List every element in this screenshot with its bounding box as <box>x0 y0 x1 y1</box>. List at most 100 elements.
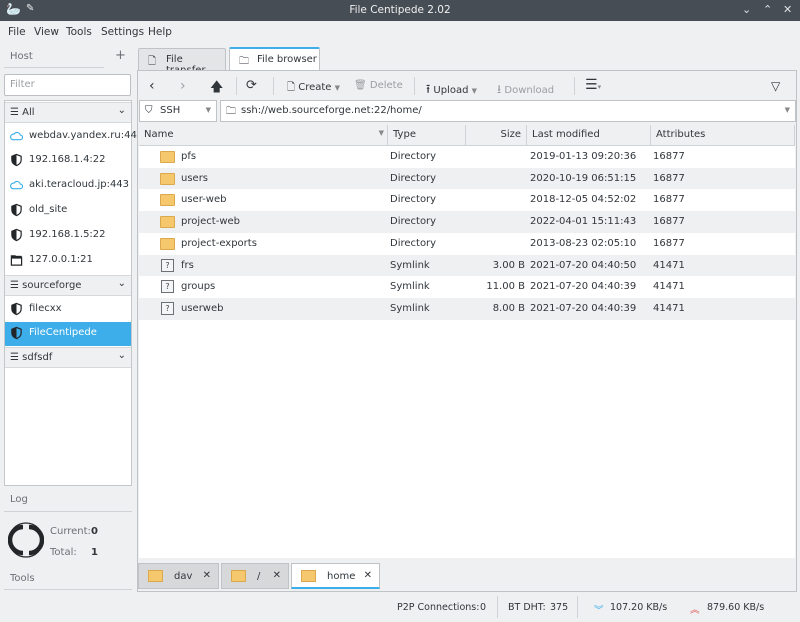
table-row[interactable]: project-exports Directory 2013-08-23 02:05… <box>139 233 795 255</box>
folder-icon <box>160 237 175 250</box>
up-button[interactable]: 🡅 <box>210 74 223 95</box>
add-host-button[interactable]: + <box>115 48 126 63</box>
host-list: ☰ All ⌄ webdav.yandex.ru:443 192.168.1.4:… <box>4 100 143 486</box>
protocol-select[interactable]: ⛉ SSH ▼ <box>139 100 217 122</box>
table-row[interactable]: pfs Directory 2019-01-13 09:20:36 16877 <box>139 146 795 168</box>
file-attributes: 16877 <box>653 237 685 249</box>
divider <box>4 589 132 590</box>
create-button[interactable]: 🗋 Create ▼ <box>287 76 340 96</box>
host-label: 127.0.0.1:21 <box>29 254 93 265</box>
host-label: 192.168.1.4:22 <box>29 154 106 165</box>
column-header-name[interactable]: Name ▼ <box>139 125 388 146</box>
download-speed-icon: ︾ <box>594 605 604 616</box>
close-tab-icon[interactable]: ✕ <box>203 570 211 581</box>
filter-input[interactable]: Filter <box>4 74 131 96</box>
back-button[interactable]: ‹ <box>149 74 155 94</box>
title-bar: 🦢 ✎ File Centipede 2.02 ⌄ ⌃ ✕ <box>0 0 800 21</box>
chevron-down-icon: ⌄ <box>117 350 126 361</box>
chevron-down-icon: ⌄ <box>117 105 126 116</box>
close-tab-icon[interactable]: ✕ <box>364 570 372 581</box>
host-item[interactable]: 127.0.0.1:21 <box>5 249 131 273</box>
minimize-button[interactable]: ⌄ <box>742 3 751 16</box>
table-row[interactable]: users Directory 2020-10-19 06:51:15 16877 <box>139 167 795 190</box>
forward-button[interactable]: › <box>180 74 186 94</box>
host-label: webdav.yandex.ru:443 <box>29 130 144 141</box>
table-row[interactable]: user-web Directory 2018-12-05 04:52:02 1687… <box>139 189 795 211</box>
file-modified: 2018-12-05 04:52:02 <box>530 194 637 206</box>
column-header-attributes[interactable]: Attributes <box>651 125 795 146</box>
dht-value: 375 <box>550 602 569 613</box>
file-attributes: 41471 <box>653 259 685 271</box>
host-label: FileCentipede <box>29 327 97 338</box>
menu-file[interactable]: File <box>8 26 26 38</box>
dropdown-arrow-icon: ▼ <box>471 87 478 95</box>
maximize-button[interactable]: ⌃ <box>763 3 772 16</box>
group-header-sourceforge[interactable]: ☰ sourceforge ⌄ <box>5 275 131 296</box>
column-header-size[interactable]: Size <box>466 125 527 146</box>
filter-icon[interactable]: ▽ <box>771 75 780 95</box>
column-header-type[interactable]: Type <box>388 125 466 146</box>
table-row[interactable]: ? frs Symlink 3.00 B 2021-07-20 04:40:50 4147… <box>139 254 795 277</box>
view-menu-button[interactable]: ☰▾ <box>585 73 601 93</box>
folder-icon: 🗀 <box>239 56 249 67</box>
delete-button[interactable]: 🗑 Delete <box>354 76 403 96</box>
host-label: 192.168.1.5:22 <box>29 229 106 240</box>
host-item[interactable]: aki.teracloud.jp:443 <box>5 174 131 198</box>
trash-icon: 🗑 <box>354 80 367 91</box>
menu-view[interactable]: View <box>34 26 59 38</box>
folder-icon: 🗀 <box>226 106 236 117</box>
host-item[interactable]: webdav.yandex.ru:443 <box>5 125 143 149</box>
menu-tools[interactable]: Tools <box>66 26 92 38</box>
current-label: Current: <box>50 526 91 537</box>
shield-icon <box>11 326 22 340</box>
log-label[interactable]: Log <box>10 494 28 505</box>
host-item[interactable]: 192.168.1.5:22 <box>5 224 131 248</box>
url-input[interactable]: 🗀 ssh://web.sourceforge.net:22/home/ ▼ <box>220 100 796 122</box>
host-item-selected[interactable]: FileCentipede <box>5 322 131 346</box>
folder-icon <box>160 151 175 163</box>
tools-label[interactable]: Tools <box>10 573 35 584</box>
file-type: Directory <box>390 151 437 162</box>
table-row[interactable]: ? groups Symlink 11.00 B 2021-07-20 04:40:39… <box>139 276 795 298</box>
refresh-button[interactable]: ⟳ <box>246 74 257 94</box>
host-item[interactable]: 192.168.1.4:22 <box>5 149 131 173</box>
download-speed: 107.20 KB/s <box>610 602 668 613</box>
divider <box>577 596 578 618</box>
divider <box>497 596 498 618</box>
location-tab[interactable]: dav ✕ <box>138 563 219 589</box>
total-value: 1 <box>91 547 98 558</box>
close-tab-icon[interactable]: ✕ <box>273 570 281 581</box>
p2p-label: P2P Connections: <box>397 602 480 613</box>
upload-button[interactable]: ⭱ Upload ▼ <box>426 76 477 96</box>
tab-file-transfer[interactable]: 🗋File transfer <box>138 48 226 76</box>
symlink-icon: ? <box>161 258 174 272</box>
host-item[interactable]: filecxx <box>5 298 131 322</box>
close-button[interactable]: ✕ <box>783 3 792 16</box>
menu-help[interactable]: Help <box>148 26 172 38</box>
table-row[interactable]: ? userweb Symlink 8.00 B 2021-07-20 04:40:39… <box>139 297 795 320</box>
host-item[interactable]: old_site <box>5 199 131 223</box>
tab-file-browser[interactable]: 🗀 File browser <box>229 47 320 71</box>
column-header-last-modified[interactable]: Last modified <box>527 125 651 146</box>
download-button[interactable]: ⭳ Download <box>497 76 554 96</box>
table-row[interactable]: project-web Directory 2022-04-01 15:11:43 1… <box>139 211 795 233</box>
location-tab[interactable]: home ✕ <box>291 563 380 589</box>
chevron-down-icon: ⌄ <box>117 278 126 289</box>
location-tab[interactable]: / ✕ <box>221 563 289 589</box>
group-header-sdfsdf[interactable]: ☰ sdfsdf ⌄ <box>5 347 131 368</box>
host-label: old_site <box>29 204 68 215</box>
file-name: userweb <box>181 302 224 314</box>
file-type: Symlink <box>390 281 430 293</box>
dropdown-arrow-icon: ▼ <box>334 84 341 92</box>
transfer-progress-icon <box>8 522 44 558</box>
shield-icon <box>11 203 22 217</box>
file-attributes: 16877 <box>653 151 685 162</box>
dropdown-arrow-icon[interactable]: ▼ <box>785 106 790 114</box>
upload-speed: 879.60 KB/s <box>707 602 765 613</box>
symlink-icon: ? <box>161 280 174 294</box>
group-header-all[interactable]: ☰ All ⌄ <box>5 102 131 123</box>
menu-settings[interactable]: Settings <box>101 26 144 38</box>
tab-label: dav <box>174 571 193 582</box>
file-modified: 2021-07-20 04:40:50 <box>530 259 637 271</box>
file-type: Directory <box>390 237 437 249</box>
